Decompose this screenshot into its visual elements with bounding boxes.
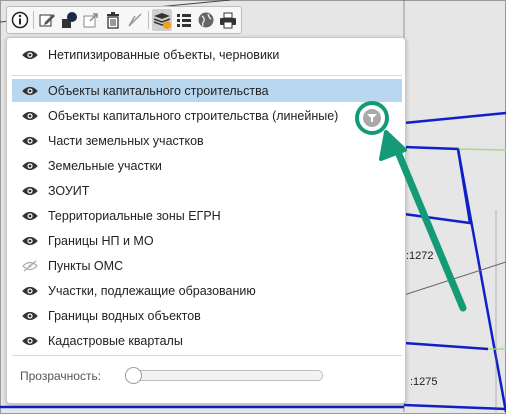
annotation-arrow (379, 130, 467, 312)
